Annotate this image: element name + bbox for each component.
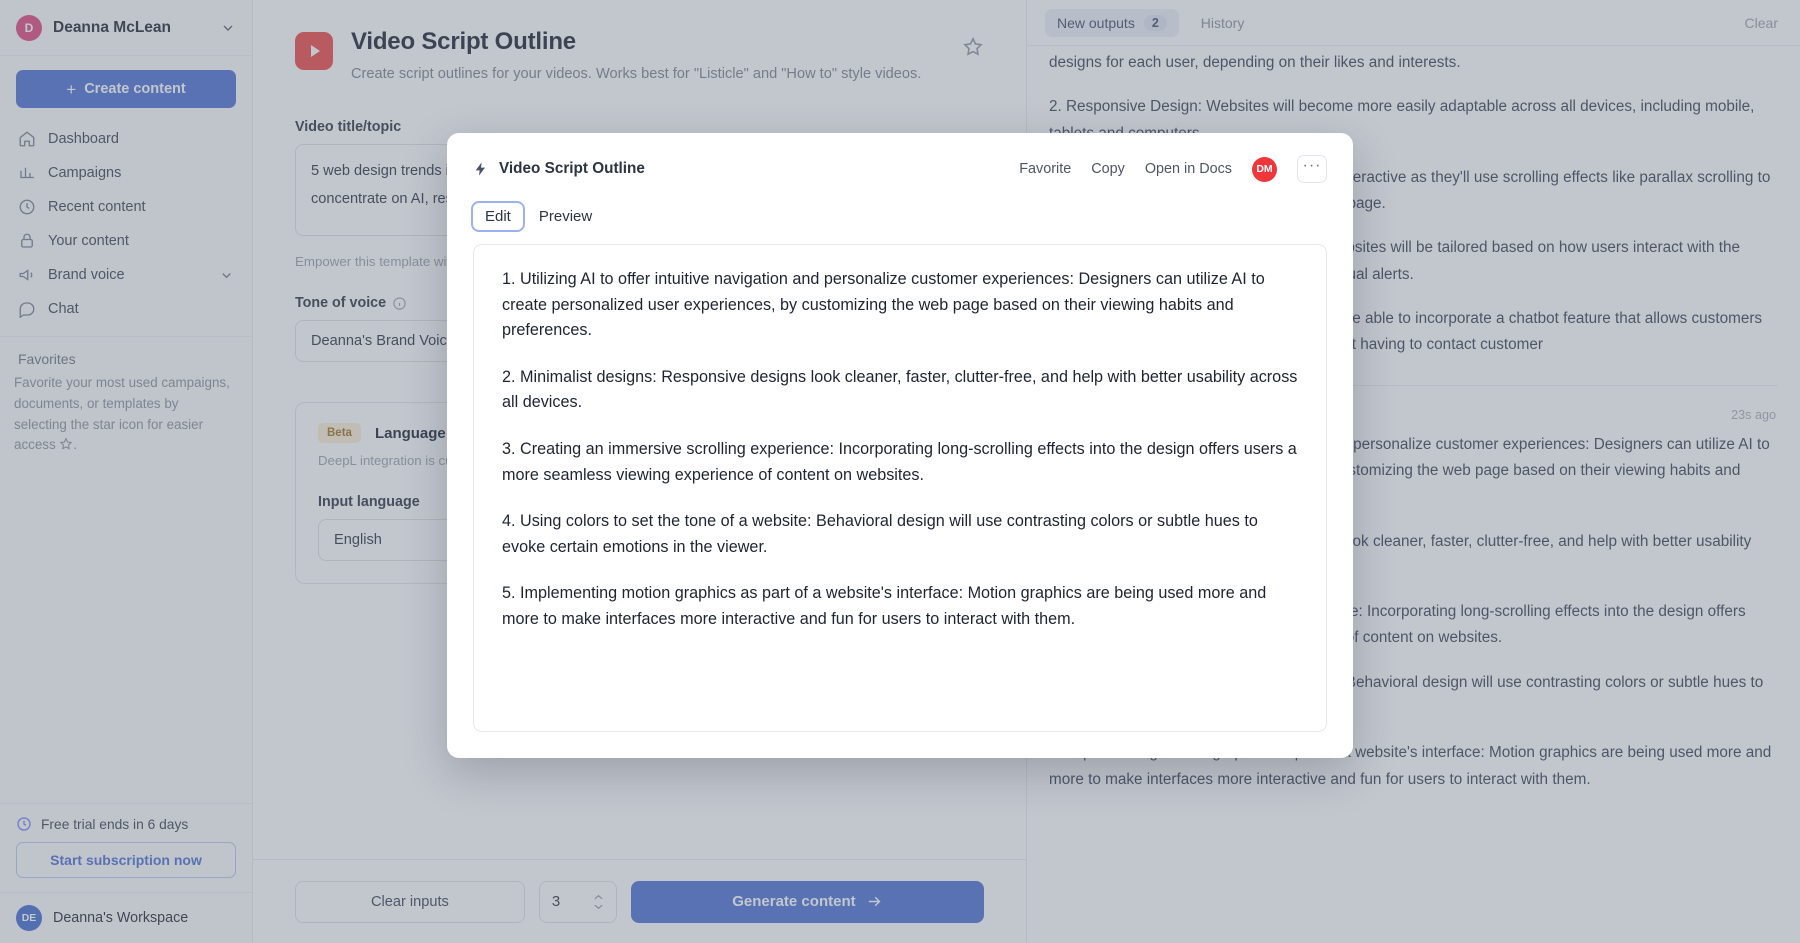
modal-tabs: Edit Preview bbox=[473, 203, 1327, 230]
lightning-bolt-icon bbox=[473, 161, 489, 177]
modal-editor-body[interactable]: 1. Utilizing AI to offer intuitive navig… bbox=[473, 244, 1327, 732]
ellipsis-icon[interactable]: ··· bbox=[1297, 155, 1327, 183]
copy-button[interactable]: Copy bbox=[1091, 161, 1125, 177]
modal-paragraph: 3. Creating an immersive scrolling exper… bbox=[502, 437, 1298, 488]
modal-paragraph: 2. Minimalist designs: Responsive design… bbox=[502, 365, 1298, 416]
tab-edit[interactable]: Edit bbox=[473, 203, 523, 230]
modal-title: Video Script Outline bbox=[499, 160, 645, 178]
open-in-docs-button[interactable]: Open in Docs bbox=[1145, 161, 1232, 177]
output-editor-modal: Video Script Outline Favorite Copy Open … bbox=[447, 133, 1353, 758]
modal-paragraph: 5. Implementing motion graphics as part … bbox=[502, 581, 1298, 632]
modal-paragraph: 1. Utilizing AI to offer intuitive navig… bbox=[502, 267, 1298, 344]
tab-preview[interactable]: Preview bbox=[527, 203, 604, 230]
modal-header: Video Script Outline Favorite Copy Open … bbox=[473, 155, 1327, 183]
modal-paragraph: 4. Using colors to set the tone of a web… bbox=[502, 509, 1298, 560]
modal-avatar: DM bbox=[1252, 157, 1277, 182]
app-root: D Deanna McLean + Create content Dashboa… bbox=[0, 0, 1800, 943]
favorite-button[interactable]: Favorite bbox=[1019, 161, 1071, 177]
modal-actions: Favorite Copy Open in Docs DM ··· bbox=[1019, 155, 1327, 183]
